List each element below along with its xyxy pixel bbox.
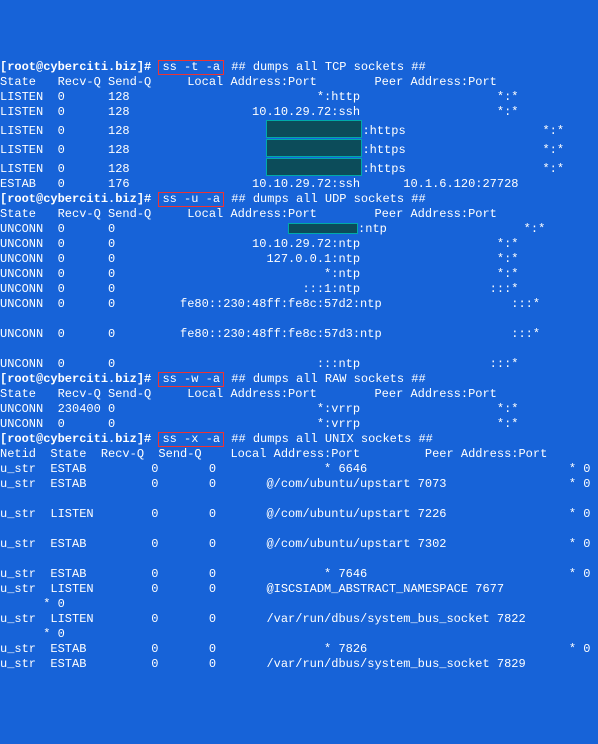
command-highlight: ss -x -a (158, 432, 224, 447)
command-highlight: ss -u -a (158, 192, 224, 207)
command-highlight: ss -w -a (158, 372, 224, 387)
command-highlight: ss -t -a (158, 60, 224, 75)
terminal-output: [root@cyberciti.biz]# ss -t -a ## dumps … (0, 60, 598, 672)
